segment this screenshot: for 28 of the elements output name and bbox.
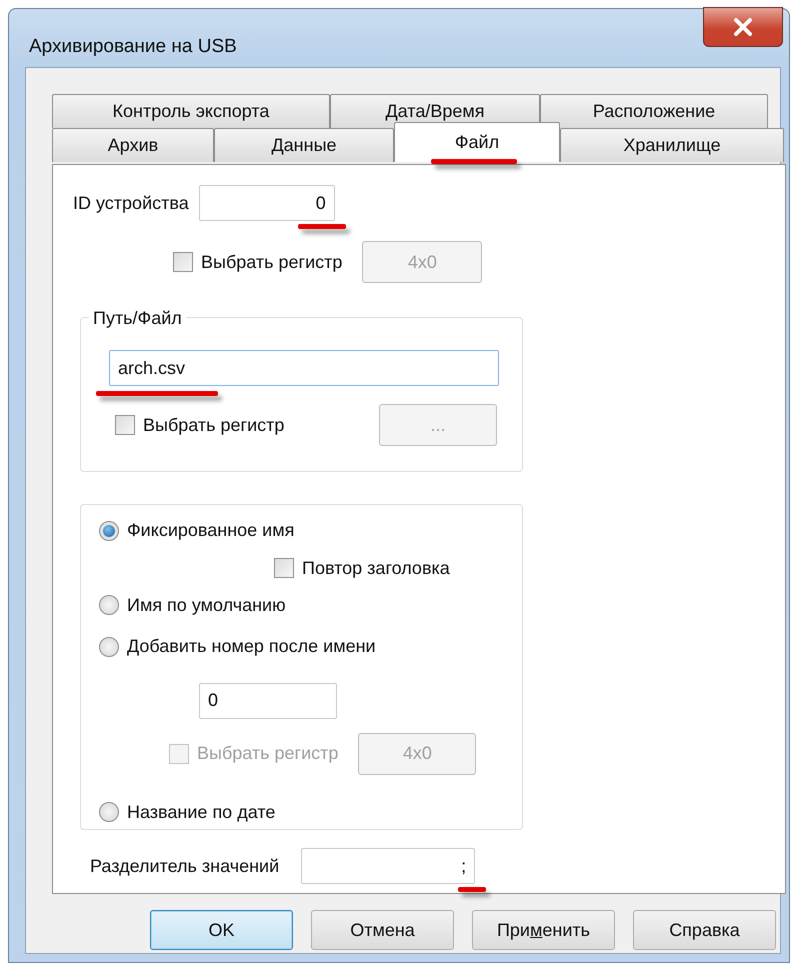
checkbox: Выбрать регистр [169,740,338,767]
dialog-button[interactable]: Справка [633,910,776,950]
dialog-button[interactable]: Применить [472,910,615,950]
tab[interactable]: Контроль экспорта [52,94,330,128]
field-label: Разделитель значений [90,854,280,878]
radio-button[interactable] [99,636,119,656]
checkbox[interactable]: Повтор заголовка [274,554,450,582]
window-title: Архивирование на USB [29,35,237,59]
dialog-button[interactable]: Отмена [311,910,454,950]
tab[interactable]: Расположение [540,94,768,128]
input-field[interactable]: 0 [199,682,337,718]
option-label[interactable]: Имя по умолчанию [127,592,286,618]
option-label[interactable]: Название по дате [127,798,276,826]
checkbox[interactable]: Выбрать регистр [115,412,284,438]
close-button[interactable] [703,7,783,47]
option-label[interactable]: Фиксированное имя [127,517,294,544]
radio-button[interactable] [99,595,119,615]
tab[interactable]: Данные [214,128,394,162]
close-icon [733,18,753,36]
field-label: ID устройства [73,192,189,215]
option-label[interactable]: Добавить номер после имени [127,633,376,660]
tab[interactable]: Архив [52,128,214,162]
tab[interactable]: Хранилище [560,128,784,162]
dialog-button[interactable]: OK [150,910,293,950]
radio-button[interactable] [99,802,119,822]
tab[interactable]: Файл [394,122,560,162]
radio-button[interactable] [99,520,119,540]
checkbox[interactable]: Выбрать регистр [173,248,342,276]
